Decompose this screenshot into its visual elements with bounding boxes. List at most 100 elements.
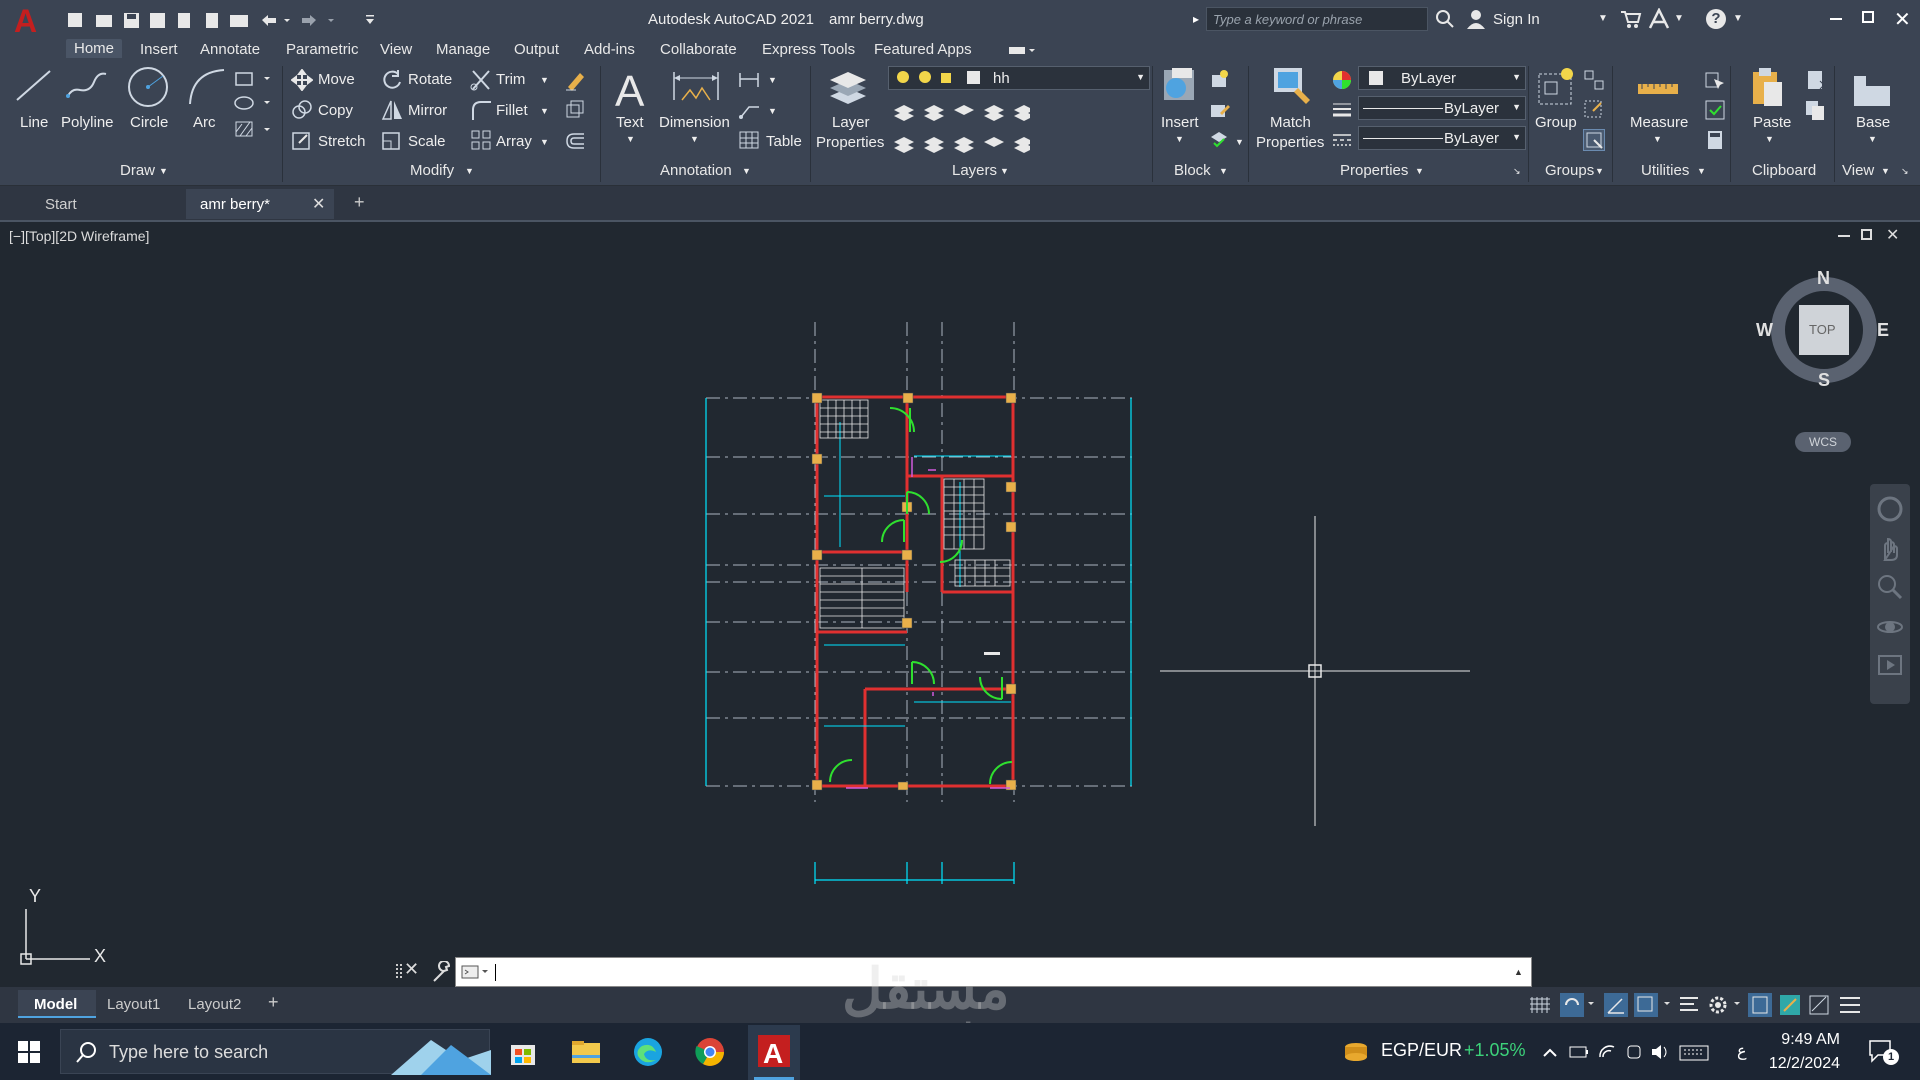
ungroup-icon[interactable] [1583, 69, 1605, 91]
match-properties-button-line2[interactable]: Properties [1256, 134, 1324, 151]
leader-icon[interactable] [738, 99, 760, 121]
view-panel-dropdown-icon[interactable]: ▼ [1881, 166, 1890, 176]
command-line-close-icon[interactable]: ✕ [404, 959, 419, 980]
mirror-button[interactable]: Mirror [408, 102, 447, 119]
scale-icon[interactable] [381, 129, 403, 151]
view-panel-launcher-icon[interactable]: ↘ [1901, 166, 1909, 177]
line-button[interactable]: Line [20, 114, 48, 131]
workspace-gear-icon[interactable] [1709, 996, 1727, 1014]
properties-dialog-launcher-icon[interactable]: ↘ [1513, 166, 1521, 177]
autodesk-a360-icon[interactable] [1648, 7, 1670, 30]
clipboard-panel-title[interactable]: Clipboard [1752, 162, 1816, 179]
annotation-panel-title[interactable]: Annotation [660, 162, 732, 179]
measure-dropdown-icon[interactable]: ▼ [1653, 134, 1662, 144]
dimension-button[interactable]: Dimension [659, 114, 730, 131]
viewport-label[interactable]: [−][Top][2D Wireframe] [9, 228, 149, 244]
copy-clip-icon[interactable] [1804, 99, 1826, 121]
utilities-panel-dropdown-icon[interactable]: ▼ [1697, 166, 1706, 176]
minimize-icon[interactable] [1830, 18, 1842, 20]
save-as-icon[interactable] [150, 13, 165, 28]
utilities-panel-title[interactable]: Utilities [1641, 162, 1689, 179]
text-button[interactable]: Text [616, 114, 644, 131]
measure-button[interactable]: Measure [1630, 114, 1688, 131]
trim-icon[interactable] [470, 69, 492, 91]
autocad-taskbar-button[interactable]: A [748, 1025, 800, 1080]
arc-icon[interactable] [186, 66, 226, 106]
layout-tab-model[interactable]: Model [18, 990, 96, 1018]
save-web-icon[interactable] [206, 13, 218, 28]
taskbar-search-box[interactable]: Type here to search [60, 1029, 491, 1075]
layout-tab-layout2[interactable]: Layout2 [188, 996, 241, 1013]
tab-output[interactable]: Output [514, 41, 559, 58]
trim-dropdown-icon[interactable]: ▼ [540, 75, 549, 85]
viewcube[interactable]: N S E W TOP [1753, 268, 1895, 390]
undo-dropdown-icon[interactable] [284, 19, 290, 22]
pan-icon[interactable] [1875, 534, 1905, 564]
tab-insert[interactable]: Insert [140, 41, 178, 58]
tab-start[interactable]: Start [8, 189, 184, 219]
command-prompt-icon[interactable] [461, 964, 489, 980]
layer-properties-button-line2[interactable]: Properties [816, 134, 884, 151]
microsoft-store-icon[interactable] [508, 1037, 538, 1067]
group-selection-icon[interactable] [1583, 129, 1605, 151]
help-icon[interactable]: ? [1706, 9, 1726, 29]
autocad-logo-icon[interactable]: A [10, 3, 42, 39]
block-attributes-dropdown-icon[interactable]: ▼ [1235, 137, 1244, 147]
hardware-acceleration-icon[interactable] [1809, 995, 1829, 1015]
open-web-icon[interactable] [178, 13, 190, 28]
help-search-input[interactable]: Type a keyword or phrase [1206, 7, 1428, 31]
orbit-icon[interactable] [1875, 612, 1905, 642]
table-button[interactable]: Table [766, 133, 802, 150]
groups-panel-dropdown-icon[interactable]: ▼ [1595, 166, 1604, 176]
viewport-restore-icon[interactable] [1861, 229, 1872, 240]
close-window-icon[interactable]: ✕ [1894, 7, 1911, 32]
tab-featured-apps[interactable]: Featured Apps [874, 41, 972, 58]
currency-widget-icon[interactable] [1343, 1039, 1369, 1065]
layers-panel-title[interactable]: Layers [952, 162, 997, 179]
table-icon[interactable] [738, 129, 760, 151]
linetype-icon[interactable] [1331, 129, 1353, 151]
layer-properties-button[interactable]: Layer [832, 114, 870, 131]
customize-qat-icon[interactable] [366, 15, 374, 24]
create-block-icon[interactable] [1208, 69, 1230, 91]
redo-icon[interactable] [302, 15, 316, 26]
tab-annotate[interactable]: Annotate [200, 41, 260, 58]
windows-start-icon[interactable] [18, 1041, 40, 1063]
showmotion-icon[interactable] [1875, 650, 1905, 680]
drawing-canvas[interactable]: [−][Top][2D Wireframe] ✕ N S E W TOP WCS… [0, 222, 1920, 992]
draw-panel-dropdown-icon[interactable]: ▼ [159, 166, 168, 176]
polyline-button[interactable]: Polyline [61, 114, 114, 131]
layer-properties-icon[interactable] [826, 66, 872, 108]
linear-dim-dropdown-icon[interactable]: ▼ [768, 75, 777, 85]
erase-icon[interactable] [564, 69, 586, 91]
floor-plan-drawing[interactable] [700, 322, 1150, 922]
ortho-icon[interactable] [1604, 993, 1628, 1017]
tab-collaborate[interactable]: Collaborate [660, 41, 737, 58]
tab-manage[interactable]: Manage [436, 41, 490, 58]
offset-icon[interactable] [564, 129, 586, 151]
rotate-icon[interactable] [381, 69, 403, 91]
layer-dropdown[interactable]: hh ▼ [888, 66, 1150, 90]
paste-dropdown-icon[interactable]: ▼ [1765, 134, 1774, 144]
ribbon-minimize-icon[interactable] [1008, 44, 1036, 56]
scale-button[interactable]: Scale [408, 133, 446, 150]
help-dropdown-icon[interactable]: ▼ [1733, 13, 1743, 24]
insert-button[interactable]: Insert [1161, 114, 1199, 131]
array-dropdown-icon[interactable]: ▼ [540, 137, 549, 147]
steering-wheel-icon[interactable] [1875, 494, 1905, 524]
base-button[interactable]: Base [1856, 114, 1890, 131]
properties-panel-title[interactable]: Properties [1340, 162, 1408, 179]
grid-icon[interactable] [1530, 997, 1550, 1013]
cart-icon[interactable] [1620, 9, 1642, 29]
group-edit-icon[interactable] [1583, 99, 1605, 121]
text-dropdown-icon[interactable]: ▼ [626, 134, 635, 144]
modify-panel-dropdown-icon[interactable]: ▼ [465, 166, 474, 176]
annotation-monitor-icon[interactable] [1748, 993, 1772, 1017]
user-icon[interactable] [1466, 8, 1486, 30]
group-button[interactable]: Group [1535, 114, 1577, 131]
stretch-icon[interactable] [291, 129, 313, 151]
viewport-minimize-icon[interactable] [1838, 235, 1850, 237]
explode-icon[interactable] [564, 99, 586, 121]
currency-pair[interactable]: EGP/EUR [1381, 1040, 1462, 1061]
chrome-browser-icon[interactable] [694, 1036, 726, 1068]
